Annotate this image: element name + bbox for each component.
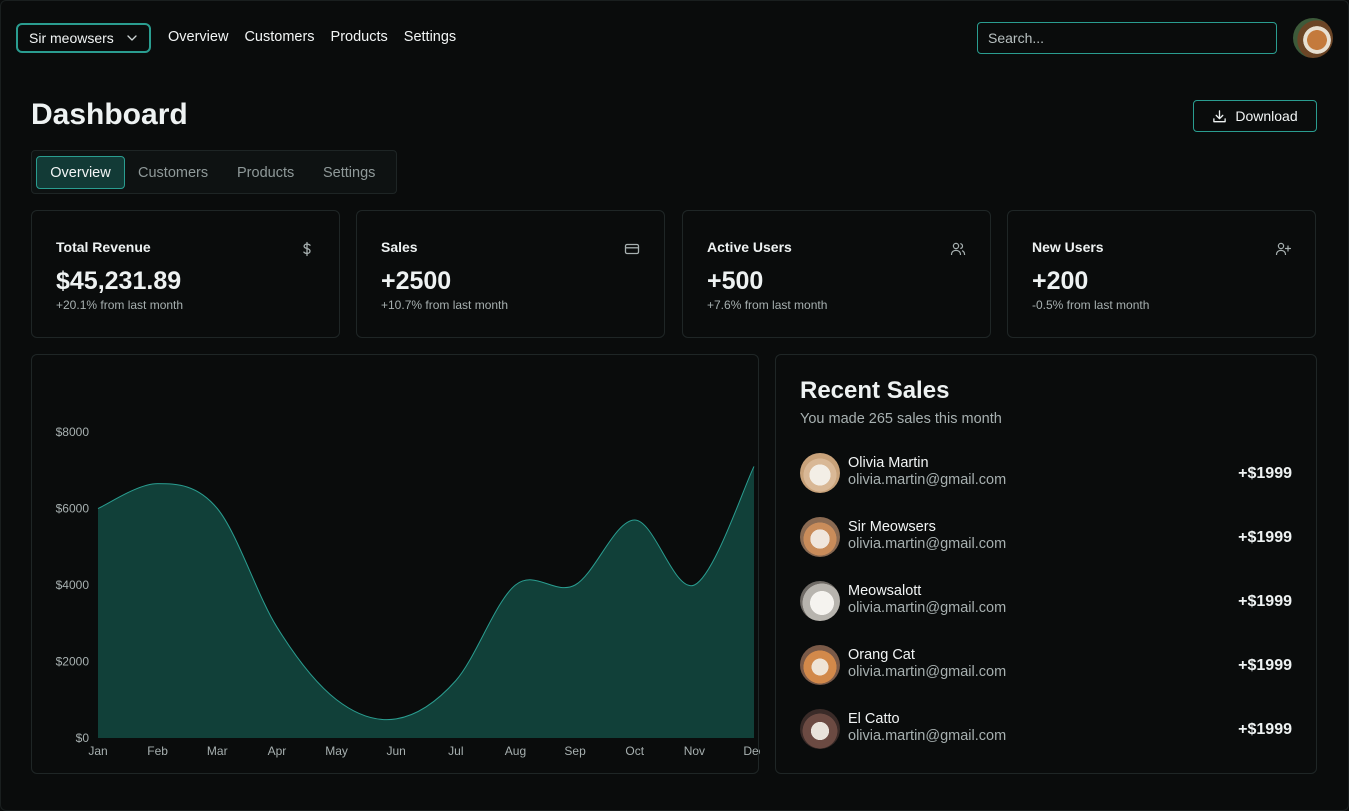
stat-card-active-users: Active Users +500 +7.6% from last month <box>682 210 991 338</box>
revenue-chart-panel: $0 $2000 $4000 $6000 $8000 Jan Feb Mar Apr May Jun… <box>31 354 760 774</box>
sale-row[interactable]: Meowsalott olivia.martin@gmail.com +$199… <box>800 581 1292 623</box>
customer-email: olivia.martin@gmail.com <box>848 664 1007 680</box>
search-input[interactable] <box>977 22 1277 54</box>
user-plus-icon <box>1275 242 1291 256</box>
stat-card-total-revenue: Total Revenue $45,231.89 +20.1% from las… <box>31 210 340 338</box>
tab-list: Overview Customers Products Settings <box>31 150 397 194</box>
avatar <box>800 709 840 749</box>
chevron-down-icon <box>127 35 137 41</box>
download-icon <box>1213 109 1227 122</box>
x-tick-label: Nov <box>684 744 705 758</box>
stat-value: +2500 <box>381 267 452 295</box>
sale-amount: +$1999 <box>1238 657 1292 674</box>
y-tick-label: $4000 <box>56 578 90 592</box>
stat-card-new-users: New Users +200 -0.5% from last month <box>1007 210 1316 338</box>
x-tick-label: Jan <box>88 744 107 758</box>
stat-label: Sales <box>381 239 418 255</box>
x-tick-label: Jul <box>448 744 463 758</box>
revenue-area <box>98 466 754 738</box>
stat-value: +500 <box>707 267 764 295</box>
x-tick-label: Sep <box>564 744 586 758</box>
tab-overview[interactable]: Overview <box>36 156 125 189</box>
stat-label: Total Revenue <box>56 239 151 255</box>
nav-link-settings[interactable]: Settings <box>404 29 456 45</box>
tab-customers[interactable]: Customers <box>138 156 208 189</box>
avatar <box>800 453 840 493</box>
sale-row[interactable]: Olivia Martin olivia.martin@gmail.com +$… <box>800 453 1292 495</box>
customer-email: olivia.martin@gmail.com <box>848 472 1007 488</box>
x-tick-label: Apr <box>268 744 287 758</box>
x-tick-label: May <box>325 744 348 758</box>
customer-name: Orang Cat <box>848 647 915 663</box>
x-tick-label: Oct <box>625 744 644 758</box>
recent-sales-subtitle: You made 265 sales this month <box>800 411 1002 427</box>
customer-email: olivia.martin@gmail.com <box>848 600 1007 616</box>
x-tick-label: Dec <box>743 744 760 758</box>
y-tick-label: $0 <box>76 731 90 745</box>
nav-link-overview[interactable]: Overview <box>168 29 228 45</box>
customer-name: El Catto <box>848 711 900 727</box>
stat-label: Active Users <box>707 239 792 255</box>
team-switcher-label: Sir meowsers <box>29 30 114 46</box>
stat-delta: +7.6% from last month <box>707 298 828 312</box>
sale-row[interactable]: Sir Meowsers olivia.martin@gmail.com +$1… <box>800 517 1292 559</box>
credit-card-icon <box>624 243 640 255</box>
avatar <box>800 581 840 621</box>
customer-name: Sir Meowsers <box>848 519 936 535</box>
stat-value: $45,231.89 <box>56 267 182 295</box>
user-avatar[interactable] <box>1293 18 1333 58</box>
stat-value: +200 <box>1032 267 1089 295</box>
y-tick-label: $2000 <box>56 655 90 669</box>
customer-name: Meowsalott <box>848 583 922 599</box>
sale-row[interactable]: Orang Cat olivia.martin@gmail.com +$1999 <box>800 645 1292 687</box>
nav-link-customers[interactable]: Customers <box>244 29 314 45</box>
revenue-area-chart: $0 $2000 $4000 $6000 $8000 Jan Feb Mar Apr May Jun… <box>56 425 760 758</box>
tab-settings[interactable]: Settings <box>323 156 375 189</box>
recent-sales-panel: Recent Sales You made 265 sales this mon… <box>775 354 1317 774</box>
stat-label: New Users <box>1032 239 1104 255</box>
y-tick-label: $6000 <box>56 502 90 516</box>
main-nav: Overview Customers Products Settings <box>168 29 456 45</box>
download-label: Download <box>1235 108 1298 124</box>
x-tick-label: Aug <box>505 744 526 758</box>
users-icon <box>950 242 966 256</box>
sale-row[interactable]: El Catto olivia.martin@gmail.com +$1999 <box>800 709 1292 751</box>
avatar <box>800 645 840 685</box>
tab-products[interactable]: Products <box>237 156 294 189</box>
nav-link-products[interactable]: Products <box>331 29 388 45</box>
dollar-icon <box>303 241 311 257</box>
top-navigation: Sir meowsers Overview Customers Products… <box>0 0 1349 76</box>
customer-email: olivia.martin@gmail.com <box>848 536 1007 552</box>
avatar <box>800 517 840 557</box>
customer-email: olivia.martin@gmail.com <box>848 728 1007 744</box>
x-tick-label: Jun <box>387 744 406 758</box>
team-switcher[interactable]: Sir meowsers <box>16 23 151 53</box>
stat-delta: -0.5% from last month <box>1032 298 1150 312</box>
stat-delta: +20.1% from last month <box>56 298 184 312</box>
sale-amount: +$1999 <box>1238 465 1292 482</box>
x-tick-label: Mar <box>207 744 228 758</box>
sale-amount: +$1999 <box>1238 721 1292 738</box>
x-tick-label: Feb <box>147 744 168 758</box>
stat-delta: +10.7% from last month <box>381 298 509 312</box>
sale-amount: +$1999 <box>1238 593 1292 610</box>
page-title: Dashboard <box>31 98 188 131</box>
sale-amount: +$1999 <box>1238 529 1292 546</box>
customer-name: Olivia Martin <box>848 455 929 471</box>
y-tick-label: $8000 <box>56 425 90 439</box>
recent-sales-title: Recent Sales <box>800 377 950 404</box>
stat-card-sales: Sales +2500 +10.7% from last month <box>356 210 665 338</box>
download-button[interactable]: Download <box>1193 100 1317 132</box>
